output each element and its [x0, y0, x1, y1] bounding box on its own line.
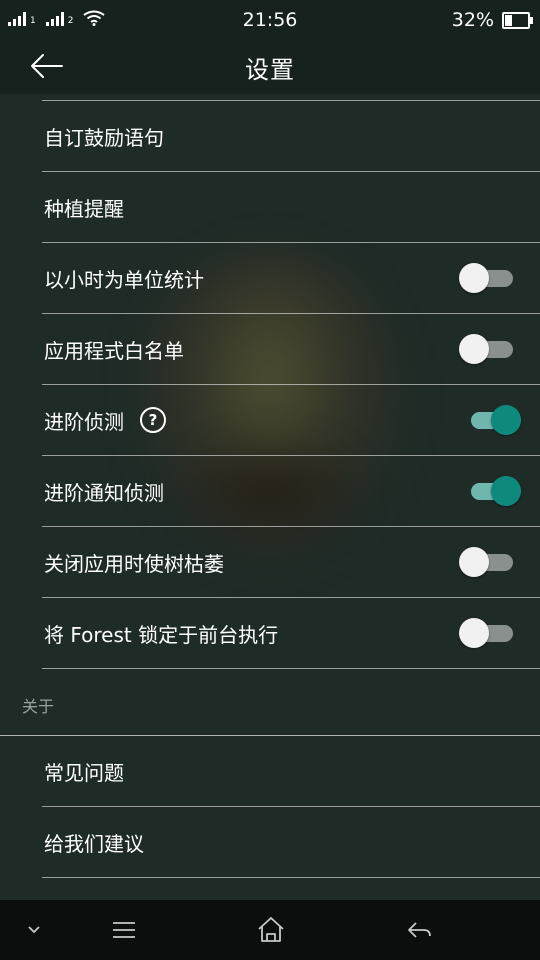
setting-label: 常见问题	[44, 760, 124, 785]
app-bar: 设置	[0, 38, 540, 94]
about-section-header: 关于	[0, 669, 540, 736]
divider	[42, 94, 540, 101]
setting-label: 种植提醒	[44, 196, 124, 221]
setting-advanced-notification-detection[interactable]: 进阶通知侦测	[42, 456, 540, 527]
setting-lock-foreground[interactable]: 将 Forest 锁定于前台执行	[42, 598, 540, 669]
setting-wither-on-close[interactable]: 关闭应用时使树枯萎	[42, 527, 540, 598]
status-bar: 1 2 21:56 32%	[0, 0, 540, 38]
settings-list: 自订鼓励语句 种植提醒 以小时为单位统计 应用程式白名单 进阶侦测 ? 进阶通知…	[0, 94, 540, 878]
battery-percent: 32%	[451, 9, 494, 31]
back-icon[interactable]	[404, 914, 434, 946]
home-icon[interactable]	[256, 914, 286, 946]
setting-label: 关闭应用时使树枯萎	[44, 551, 224, 576]
section-title: 关于	[22, 697, 55, 716]
menu-icon[interactable]	[110, 914, 138, 946]
wither-on-close-toggle[interactable]	[459, 547, 515, 577]
setting-label: 以小时为单位统计	[44, 267, 204, 292]
app-whitelist-toggle[interactable]	[459, 334, 515, 364]
setting-label: 进阶通知侦测	[44, 480, 164, 505]
setting-label: 给我们建议	[44, 831, 144, 856]
setting-label: 进阶侦测 ?	[42, 406, 166, 435]
battery-icon	[502, 12, 533, 29]
help-icon[interactable]: ?	[140, 407, 166, 433]
setting-hour-stats[interactable]: 以小时为单位统计	[42, 243, 540, 314]
setting-planting-reminder[interactable]: 种植提醒	[42, 172, 540, 243]
setting-advanced-detection[interactable]: 进阶侦测 ?	[42, 385, 540, 456]
navigation-bar	[0, 900, 540, 960]
about-faq[interactable]: 常见问题	[42, 736, 540, 807]
setting-label: 自订鼓励语句	[44, 125, 164, 150]
hour-stats-toggle[interactable]	[459, 263, 515, 293]
chevron-down-icon[interactable]	[24, 914, 44, 946]
advanced-notification-toggle[interactable]	[463, 476, 521, 506]
lock-foreground-toggle[interactable]	[459, 618, 515, 648]
setting-app-whitelist[interactable]: 应用程式白名单	[42, 314, 540, 385]
setting-label: 将 Forest 锁定于前台执行	[44, 622, 279, 647]
advanced-detection-toggle[interactable]	[463, 405, 521, 435]
about-feedback[interactable]: 给我们建议	[42, 807, 540, 878]
page-title: 设置	[245, 56, 295, 84]
setting-label: 应用程式白名单	[44, 338, 184, 363]
setting-custom-encouragement[interactable]: 自订鼓励语句	[42, 101, 540, 172]
